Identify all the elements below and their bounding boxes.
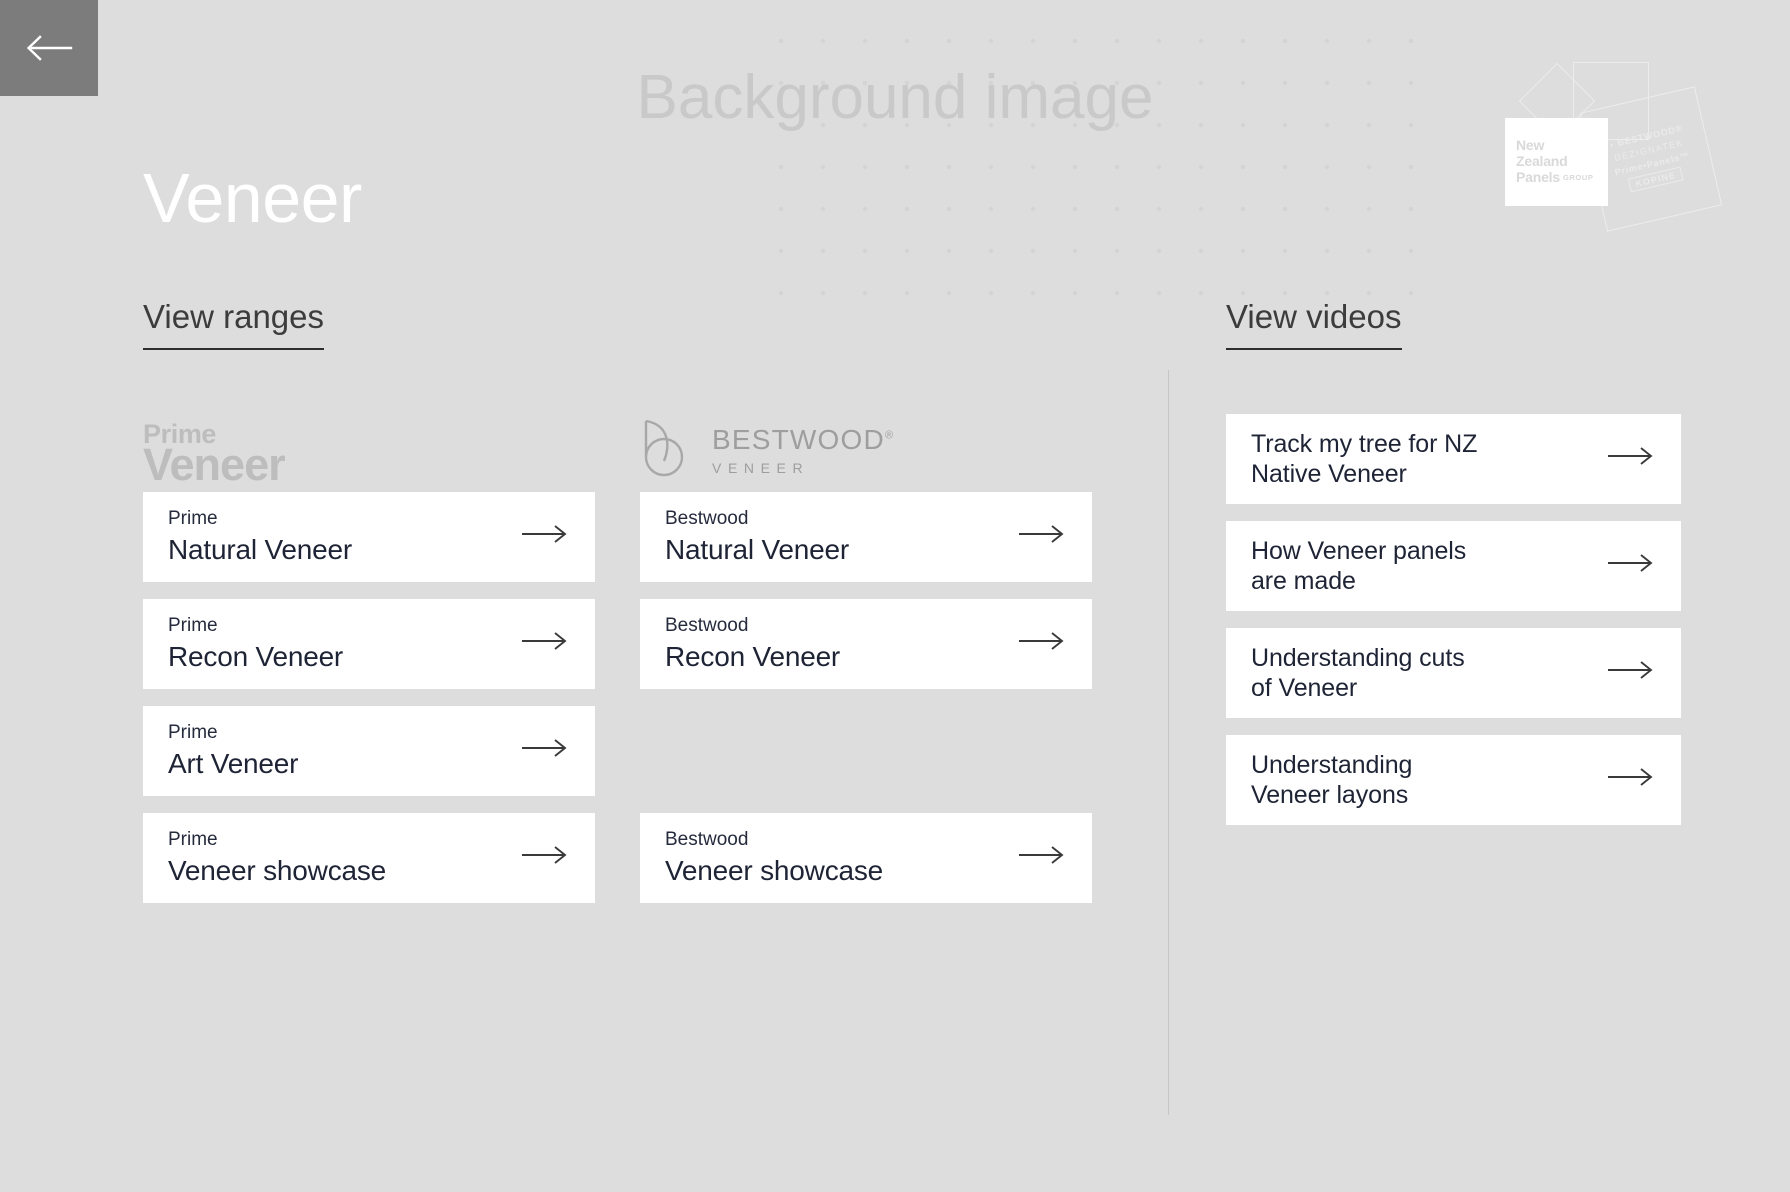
video-card-how-panels-made[interactable]: How Veneer panels are made — [1226, 520, 1681, 611]
bestwood-b-glyph: ◖ — [1608, 140, 1616, 151]
nz-panels-logo-card: New Zealand Panels GROUP — [1505, 118, 1608, 206]
arrow-right-icon — [1019, 524, 1065, 549]
range-card-text: Prime Veneer showcase — [168, 829, 386, 887]
nzp-line-new: New — [1516, 137, 1545, 154]
prime-veneer-logo-slot: Prime Veneer — [143, 406, 595, 492]
nzp-line-panels: Panels GROUP — [1516, 168, 1594, 185]
range-card-prime-showcase[interactable]: Prime Veneer showcase — [143, 812, 595, 903]
brand-column-bestwood: BESTWOOD® VENEER Bestwood Natural Veneer — [640, 406, 1092, 903]
registered-mark: ® — [884, 429, 894, 442]
range-card-bestwood-natural[interactable]: Bestwood Natural Veneer — [640, 491, 1092, 582]
range-card-eyebrow: Prime — [168, 828, 218, 850]
range-card-eyebrow: Prime — [168, 507, 218, 529]
video-card-title: Track my tree for NZ Native Veneer — [1251, 429, 1478, 488]
range-card-title: Natural Veneer — [168, 534, 352, 566]
arrow-left-icon — [25, 34, 73, 62]
range-card-title: Recon Veneer — [665, 641, 841, 673]
prime-veneer-logo: Prime Veneer — [143, 421, 286, 490]
range-card-bestwood-recon[interactable]: Bestwood Recon Veneer — [640, 598, 1092, 689]
range-card-title: Veneer showcase — [168, 855, 387, 887]
range-card-title: Recon Veneer — [168, 641, 344, 673]
bestwood-veneer-logo-line1: BESTWOOD® — [712, 423, 894, 455]
video-card-understanding-layons[interactable]: Understanding Veneer layons — [1226, 734, 1681, 825]
page-stage: Background image Veneer ◖ BESTWOOD® DEZI… — [0, 0, 1790, 1192]
arrow-right-icon — [1019, 845, 1065, 870]
video-card-title: Understanding cuts of Veneer — [1251, 643, 1465, 702]
content-area: View ranges Prime Veneer Prime Natural V… — [0, 299, 1790, 1192]
view-videos-heading-wrap: View videos — [1226, 299, 1488, 350]
view-videos-heading: View videos — [1226, 299, 1402, 350]
view-videos-column: View videos Track my tree for NZ Native … — [1226, 299, 1681, 825]
bestwood-veneer-logo: BESTWOOD® VENEER — [640, 417, 893, 484]
view-ranges-heading-wrap: View ranges — [143, 299, 410, 350]
back-button[interactable] — [0, 0, 98, 96]
view-ranges-heading: View ranges — [143, 299, 325, 350]
arrow-right-icon — [1019, 631, 1065, 656]
arrow-right-icon — [1608, 553, 1654, 578]
bestwood-veneer-wordmark: BESTWOOD® VENEER — [712, 423, 894, 476]
bestwood-veneer-logo-slot: BESTWOOD® VENEER — [640, 406, 1092, 492]
range-card-eyebrow: Bestwood — [665, 507, 749, 529]
prime-range-card-stack: Prime Natural Veneer Prime Recon Veneer … — [143, 491, 595, 903]
column-divider — [1168, 370, 1169, 1115]
view-ranges-column: View ranges Prime Veneer Prime Natural V… — [143, 299, 1167, 903]
range-card-eyebrow: Bestwood — [665, 828, 749, 850]
nzp-line-zealand: Zealand — [1516, 153, 1568, 170]
range-card-bestwood-showcase[interactable]: Bestwood Veneer showcase — [640, 812, 1092, 903]
nzp-group-suffix: GROUP — [1562, 172, 1594, 182]
video-card-understanding-cuts[interactable]: Understanding cuts of Veneer — [1226, 627, 1681, 718]
range-card-text: Prime Art Veneer — [168, 721, 299, 780]
range-card-prime-art[interactable]: Prime Art Veneer — [143, 705, 595, 796]
bestwood-range-card-stack: Bestwood Natural Veneer Bestwood Recon V… — [640, 491, 1092, 903]
range-card-title: Veneer showcase — [665, 855, 884, 887]
range-card-eyebrow: Prime — [168, 614, 218, 636]
range-card-text: Prime Recon Veneer — [168, 615, 343, 673]
arrow-right-icon — [522, 631, 568, 656]
arrow-right-icon — [522, 524, 568, 549]
arrow-right-icon — [522, 845, 568, 870]
brand-column-prime: Prime Veneer Prime Natural Veneer Prime … — [143, 406, 595, 903]
range-card-text: Bestwood Veneer showcase — [665, 829, 883, 887]
video-card-title: Understanding Veneer layons — [1251, 750, 1413, 809]
video-card-title: How Veneer panels are made — [1251, 536, 1467, 595]
range-card-text: Prime Natural Veneer — [168, 508, 352, 566]
range-card-text: Bestwood Natural Veneer — [665, 508, 849, 566]
range-card-empty-slot — [640, 706, 1092, 796]
range-card-title: Art Veneer — [168, 748, 299, 780]
range-card-prime-recon[interactable]: Prime Recon Veneer — [143, 598, 595, 689]
arrow-right-icon — [1608, 767, 1654, 792]
arrow-right-icon — [1608, 660, 1654, 685]
video-card-track-my-tree[interactable]: Track my tree for NZ Native Veneer — [1226, 413, 1681, 504]
range-card-eyebrow: Prime — [168, 721, 218, 743]
brand-columns: Prime Veneer Prime Natural Veneer Prime … — [143, 406, 1167, 903]
bestwood-veneer-logo-line2: VENEER — [712, 459, 810, 476]
range-card-prime-natural[interactable]: Prime Natural Veneer — [143, 491, 595, 582]
range-card-title: Natural Veneer — [665, 534, 849, 566]
range-card-text: Bestwood Recon Veneer — [665, 615, 840, 673]
bestwood-b-mark-icon — [640, 417, 696, 484]
video-card-stack: Track my tree for NZ Native Veneer How V… — [1226, 413, 1681, 825]
arrow-right-icon — [522, 738, 568, 763]
nz-panels-logo-cluster: ◖ BESTWOOD® DEZIGNATEK Prime•Panels™ KOP… — [1495, 60, 1735, 240]
range-card-eyebrow: Bestwood — [665, 614, 749, 636]
page-title: Veneer — [143, 159, 362, 237]
arrow-right-icon — [1608, 446, 1654, 471]
prime-veneer-logo-line2: Veneer — [143, 438, 286, 490]
